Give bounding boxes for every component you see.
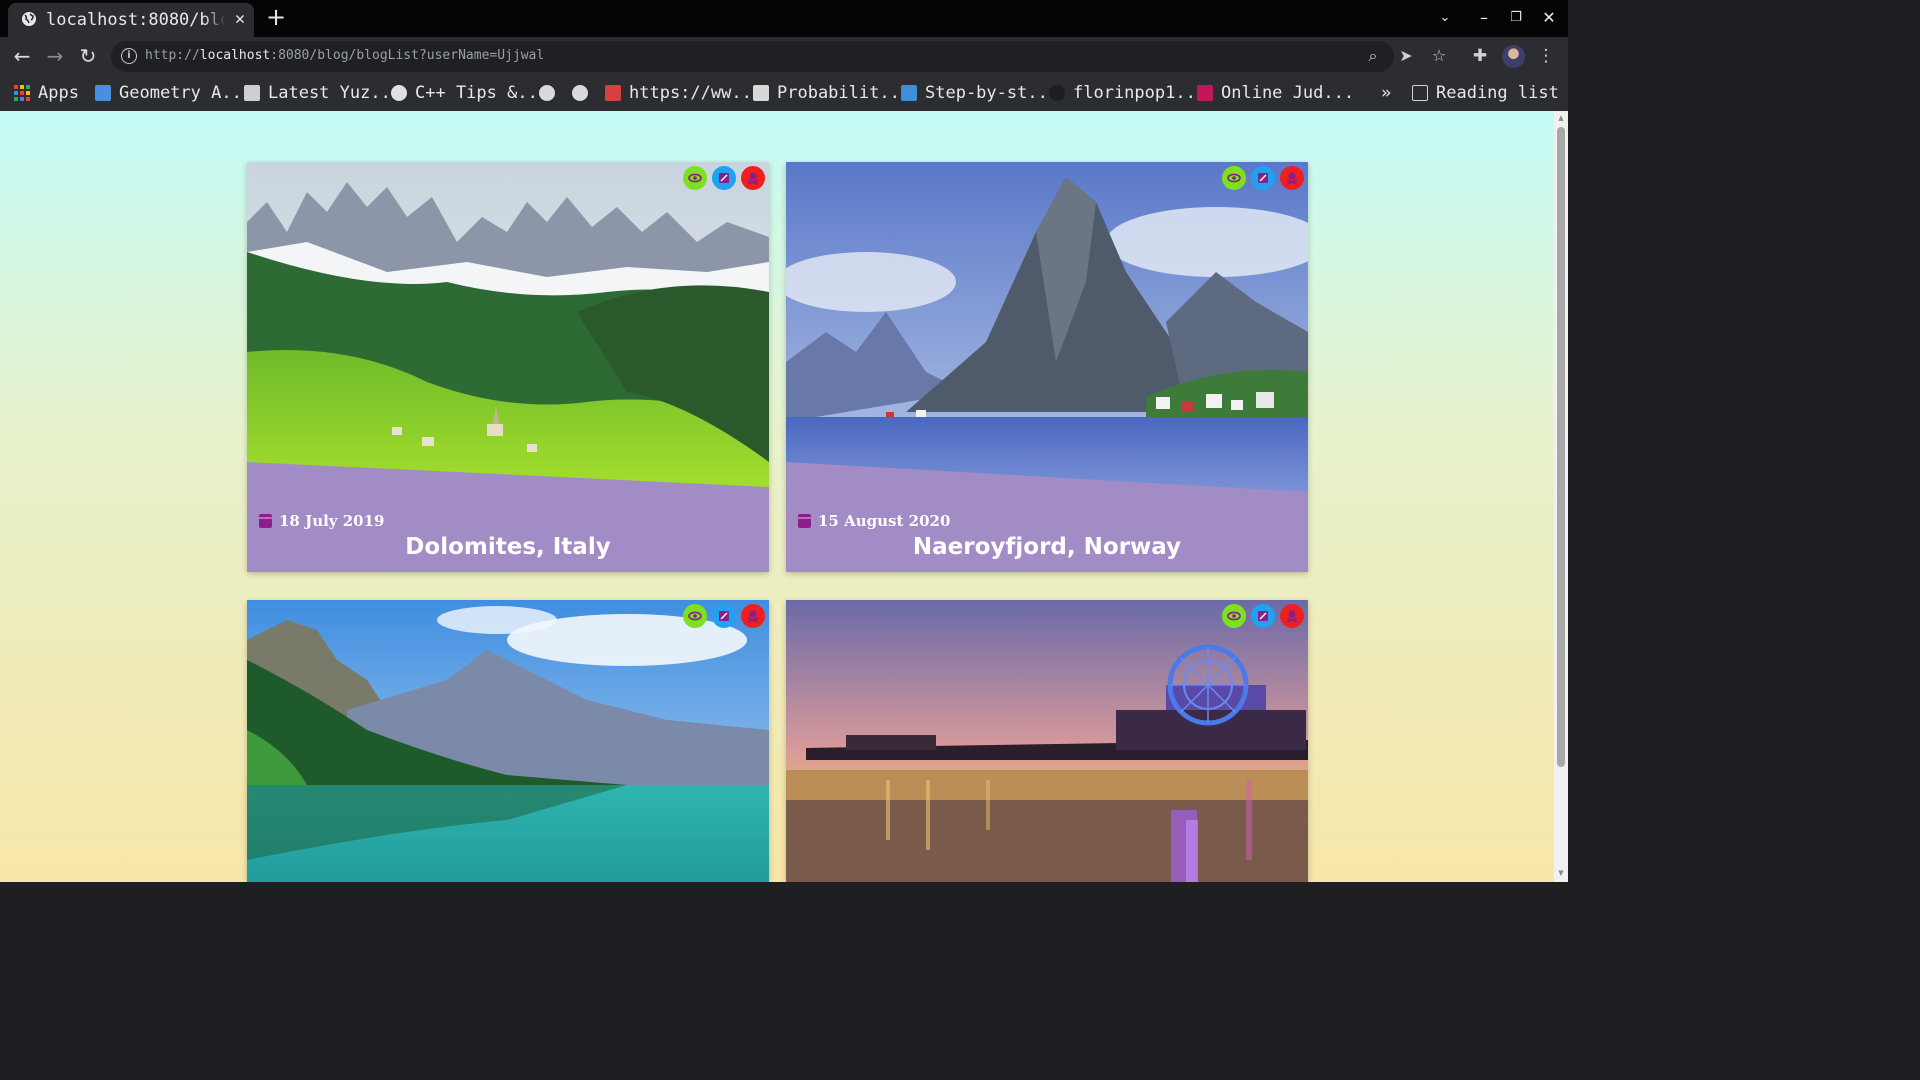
card-actions (1222, 166, 1304, 190)
geometry-bookmark-icon (95, 85, 111, 101)
blog-card-image (247, 600, 769, 882)
calendar-icon (798, 514, 811, 528)
new-tab-button[interactable]: + (264, 5, 288, 30)
scroll-up-arrow-icon[interactable]: ▲ (1557, 114, 1565, 122)
delete-blog-button[interactable] (1280, 166, 1304, 190)
blog-card-image (786, 162, 1308, 496)
blog-card[interactable] (786, 600, 1308, 882)
yuzu-bookmark-icon (244, 85, 260, 101)
tab-strip: localhost:8080/blog/blogList?userName=Uj… (0, 0, 1568, 37)
tab-title-fade (204, 7, 226, 33)
tab-search-icon[interactable]: ⌄ (1432, 6, 1458, 30)
cpp-bookmark-icon (391, 85, 407, 101)
eye-icon (1227, 173, 1241, 183)
blog-card-image (786, 600, 1308, 882)
blog-card[interactable] (247, 600, 769, 882)
bookmark-apps[interactable]: Apps (14, 83, 79, 103)
skull-crossbones-icon (747, 610, 759, 623)
skull-crossbones-icon (1286, 172, 1298, 185)
skull-crossbones-icon (747, 172, 759, 185)
menu-kebab-icon[interactable]: ⋮ (1534, 44, 1558, 68)
bookmark-globe-1[interactable] (539, 83, 555, 103)
eye-icon (1227, 611, 1241, 621)
bookmark-florinpop[interactable]: florinpop1... (1049, 83, 1206, 103)
blog-card-image (247, 162, 769, 496)
reading-list-button[interactable]: Reading list (1412, 83, 1559, 103)
edit-icon (1258, 611, 1268, 621)
browser-tab[interactable]: localhost:8080/blog/blogList?userName=Uj… (8, 3, 254, 37)
edit-blog-button[interactable] (1251, 166, 1275, 190)
minimize-icon[interactable]: – (1471, 6, 1497, 30)
zoom-icon[interactable]: ⌕ (1362, 45, 1384, 67)
bookmark-star-icon[interactable]: ☆ (1428, 45, 1450, 67)
skull-crossbones-icon (1286, 610, 1298, 623)
delete-blog-button[interactable] (741, 604, 765, 628)
url-text[interactable]: http://localhost:8080/blog/blogList?user… (145, 48, 544, 63)
edit-blog-button[interactable] (712, 166, 736, 190)
blog-list-page: 18 July 2019 Dolomites, Italy 15 August … (0, 111, 1554, 882)
card-actions (683, 166, 765, 190)
close-window-icon[interactable]: ✕ (1536, 6, 1562, 30)
bookmarks-overflow-button[interactable]: » (1381, 83, 1391, 103)
bookmark-step-by-step[interactable]: Step-by-st... (901, 83, 1058, 103)
tab-close-button[interactable]: ✕ (230, 9, 250, 29)
bookmark-geometry[interactable]: Geometry A... (95, 83, 252, 103)
github-icon (1049, 85, 1065, 101)
site-bookmark-icon (605, 85, 621, 101)
reading-list-icon (1412, 85, 1428, 101)
bookmark-cpp-tips[interactable]: C++ Tips &... (391, 83, 548, 103)
blog-title[interactable]: Naeroyfjord, Norway (786, 532, 1308, 562)
restore-icon[interactable]: ❐ (1503, 6, 1529, 30)
address-bar[interactable]: i http://localhost:8080/blog/blogList?us… (111, 41, 1446, 72)
edit-blog-button[interactable] (1251, 604, 1275, 628)
card-actions (1222, 604, 1304, 628)
globe-icon (22, 12, 36, 26)
calendar-icon (259, 514, 272, 528)
bookmark-probability[interactable]: Probabilit... (753, 83, 910, 103)
bookmark-globe-2[interactable] (572, 83, 588, 103)
edit-icon (719, 611, 729, 621)
probability-bookmark-icon (753, 85, 769, 101)
delete-blog-button[interactable] (741, 166, 765, 190)
blog-title[interactable]: Dolomites, Italy (247, 532, 769, 562)
view-blog-button[interactable] (683, 166, 707, 190)
bookmark-yuzu[interactable]: Latest Yuz... (244, 83, 401, 103)
view-blog-button[interactable] (1222, 166, 1246, 190)
tab-title: localhost:8080/blog/blogList?userName=Uj… (46, 10, 224, 30)
send-tab-icon[interactable]: ➤ (1395, 45, 1417, 67)
scroll-down-arrow-icon[interactable]: ▼ (1557, 869, 1565, 877)
eye-icon (688, 173, 702, 183)
site-info-icon[interactable]: i (121, 48, 137, 64)
blog-card[interactable]: 18 July 2019 Dolomites, Italy (247, 162, 769, 572)
view-blog-button[interactable] (683, 604, 707, 628)
page-scrollbar[interactable]: ▲ ▼ (1554, 111, 1568, 882)
delete-blog-button[interactable] (1280, 604, 1304, 628)
bookmarks-bar: Apps Geometry A... Latest Yuz... C++ Tip… (0, 75, 1568, 111)
reload-icon[interactable]: ↻ (75, 43, 101, 69)
step-bookmark-icon (901, 85, 917, 101)
view-blog-button[interactable] (1222, 604, 1246, 628)
card-actions (683, 604, 765, 628)
blog-date: 15 August 2020 (798, 511, 950, 531)
scrollbar-thumb[interactable] (1557, 127, 1565, 767)
edit-blog-button[interactable] (712, 604, 736, 628)
bookmark-https[interactable]: https://ww... (605, 83, 762, 103)
back-arrow-icon[interactable]: ← (9, 43, 35, 69)
forward-arrow-icon[interactable]: → (42, 43, 68, 69)
blog-date: 18 July 2019 (259, 511, 384, 531)
extensions-puzzle-icon[interactable]: ✚ (1468, 44, 1492, 68)
bookmark-online-judge[interactable]: Online Jud... (1197, 83, 1354, 103)
profile-avatar[interactable] (1502, 45, 1525, 68)
uva-bookmark-icon (1197, 85, 1213, 101)
edit-icon (719, 173, 729, 183)
globe-icon (539, 85, 555, 101)
edit-icon (1258, 173, 1268, 183)
browser-toolbar: ← → ↻ i http://localhost:8080/blog/blogL… (0, 37, 1568, 75)
blog-card[interactable]: 15 August 2020 Naeroyfjord, Norway (786, 162, 1308, 572)
eye-icon (688, 611, 702, 621)
apps-grid-icon (14, 85, 30, 101)
globe-icon (572, 85, 588, 101)
